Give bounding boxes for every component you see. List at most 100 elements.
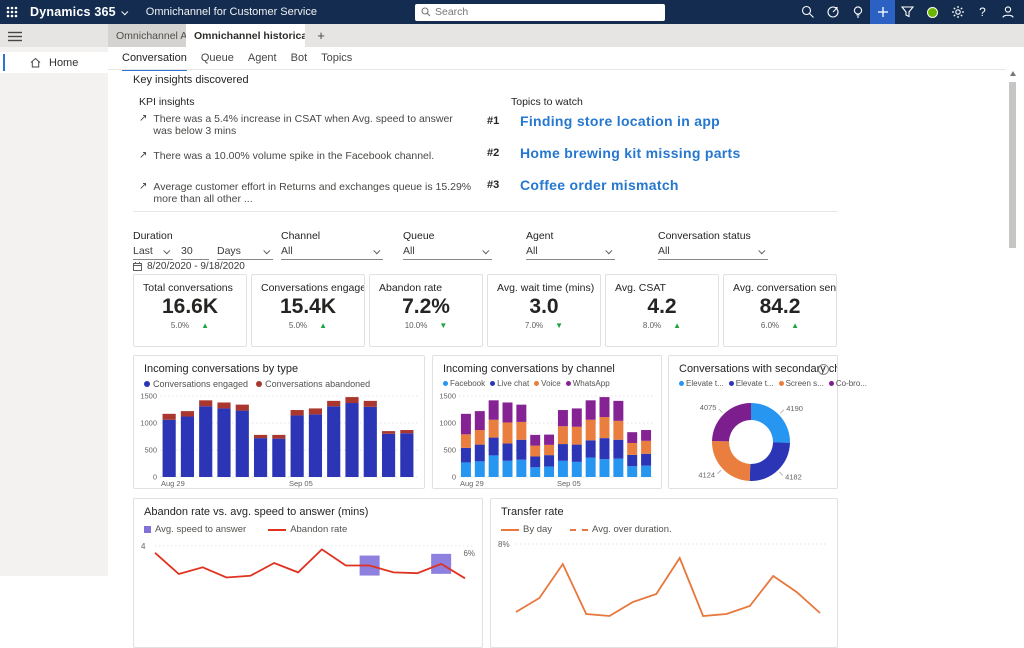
bar-segment[interactable] xyxy=(613,440,623,459)
kpi-insight-item[interactable]: ↗ There was a 10.00% volume spike in the… xyxy=(139,150,469,162)
bar-segment[interactable] xyxy=(530,435,540,446)
filter-icon[interactable] xyxy=(895,0,920,24)
bar-segment[interactable] xyxy=(544,435,554,445)
bar-segment[interactable] xyxy=(217,408,230,477)
sidebar-item-home[interactable]: Home xyxy=(0,52,108,73)
bar-segment[interactable] xyxy=(558,444,568,461)
account-icon[interactable] xyxy=(995,0,1020,24)
bar-segment[interactable] xyxy=(627,466,637,477)
bar-segment[interactable] xyxy=(461,434,471,448)
settings-gear-icon[interactable] xyxy=(945,0,970,24)
bar-segment[interactable] xyxy=(641,454,651,466)
donut-slice[interactable] xyxy=(712,403,751,441)
bar-segment[interactable] xyxy=(461,462,471,477)
bar-segment[interactable] xyxy=(272,435,285,439)
bar-segment[interactable] xyxy=(475,461,485,477)
bar-segment[interactable] xyxy=(600,397,610,417)
bar-segment[interactable] xyxy=(309,414,322,477)
bar-segment[interactable] xyxy=(600,417,610,438)
help-icon[interactable]: ? xyxy=(970,0,995,24)
bar-segment[interactable] xyxy=(586,420,596,441)
bar-segment[interactable] xyxy=(236,405,249,411)
kpi-card-abandon-rate[interactable]: Abandon rate 7.2% 10.0%▼ xyxy=(369,274,483,347)
bar-segment[interactable] xyxy=(516,460,526,477)
bar-segment[interactable] xyxy=(516,422,526,440)
bar-segment[interactable] xyxy=(400,430,413,433)
bar-segment[interactable] xyxy=(613,459,623,477)
compass-icon[interactable] xyxy=(820,0,845,24)
bar-segment[interactable] xyxy=(558,410,568,426)
stacked-bar-chart[interactable]: 150010005000Aug 29Sep 05 xyxy=(140,392,420,488)
waffle-menu-icon[interactable] xyxy=(0,0,24,24)
bar-segment[interactable] xyxy=(572,445,582,462)
bar-segment[interactable] xyxy=(516,405,526,422)
bar-segment[interactable] xyxy=(572,462,582,477)
bar-segment[interactable] xyxy=(558,461,568,477)
bar-segment[interactable] xyxy=(254,435,267,438)
bar-segment[interactable] xyxy=(309,408,322,414)
bar-segment[interactable] xyxy=(181,417,194,477)
bar-segment[interactable] xyxy=(199,406,212,477)
bar-segment[interactable] xyxy=(291,415,304,477)
new-tab-button[interactable]: + xyxy=(310,24,332,47)
queue-select[interactable]: All xyxy=(403,243,492,260)
bar-segment[interactable] xyxy=(236,411,249,477)
bar-segment[interactable] xyxy=(475,411,485,430)
bar-segment[interactable] xyxy=(345,403,358,477)
bar-segment[interactable] xyxy=(586,458,596,477)
bar-segment[interactable] xyxy=(217,402,230,408)
kpi-insight-item[interactable]: ↗ Average customer effort in Returns and… xyxy=(139,181,479,205)
bar-segment[interactable] xyxy=(291,410,304,415)
bar-segment[interactable] xyxy=(530,446,540,457)
bar-segment[interactable] xyxy=(254,438,267,477)
kpi-card-avg-sentiment[interactable]: Avg. conversation senti... 84.2 6.0%▲ xyxy=(723,274,837,347)
bar-segment[interactable] xyxy=(163,420,176,477)
bar-segment[interactable] xyxy=(461,448,471,463)
kpi-card-avg-wait-time[interactable]: Avg. wait time (mins) 3.0 7.0%▼ xyxy=(487,274,601,347)
channel-select[interactable]: All xyxy=(281,243,383,260)
bar-segment[interactable] xyxy=(503,461,513,477)
bar-segment[interactable] xyxy=(558,426,568,444)
tab-omnichannel-historical[interactable]: Omnichannel historical a... ✕ xyxy=(186,24,305,47)
bar-segment[interactable] xyxy=(530,467,540,477)
bar-segment[interactable] xyxy=(544,466,554,477)
line-series[interactable] xyxy=(516,558,820,616)
line-series[interactable] xyxy=(155,549,465,578)
kpi-insight-item[interactable]: ↗ There was a 5.4% increase in CSAT when… xyxy=(139,113,469,137)
bar-segment[interactable] xyxy=(503,402,513,422)
bar-segment[interactable] xyxy=(613,401,623,421)
topic-link[interactable]: Home brewing kit missing parts xyxy=(520,145,741,161)
bar-segment[interactable] xyxy=(345,397,358,403)
duration-unit-select[interactable]: Days xyxy=(217,243,273,260)
donut-slice[interactable] xyxy=(712,441,750,481)
bar-segment[interactable] xyxy=(600,438,610,459)
quick-create-plus-button[interactable] xyxy=(870,0,895,24)
bar-segment[interactable] xyxy=(489,400,499,419)
bar-segment[interactable] xyxy=(572,427,582,445)
bar-segment[interactable] xyxy=(586,440,596,457)
bar-segment[interactable] xyxy=(586,400,596,419)
bar-segment[interactable] xyxy=(544,445,554,455)
conversation-status-select[interactable]: All xyxy=(658,243,768,260)
bar-segment[interactable] xyxy=(364,401,377,407)
presence-status-icon[interactable] xyxy=(920,0,945,24)
bar-segment[interactable] xyxy=(627,443,637,455)
scroll-up-arrow-icon[interactable] xyxy=(1010,71,1016,76)
agent-select[interactable]: All xyxy=(526,243,615,260)
vertical-scrollbar[interactable] xyxy=(1008,68,1017,576)
bar-segment[interactable] xyxy=(272,439,285,477)
donut-slice[interactable] xyxy=(751,403,790,443)
bar-segment[interactable] xyxy=(627,432,637,443)
scrollbar-thumb[interactable] xyxy=(1009,82,1016,248)
bar-segment[interactable] xyxy=(489,420,499,438)
search-icon[interactable] xyxy=(795,0,820,24)
duration-mode-select[interactable]: Last xyxy=(133,243,173,260)
search-input[interactable] xyxy=(435,6,665,18)
stacked-bar-chart[interactable]: 150010005000Aug 29Sep 05 xyxy=(439,392,657,488)
bar-segment[interactable] xyxy=(503,422,513,443)
bar-segment[interactable] xyxy=(641,466,651,477)
brand-title[interactable]: Dynamics 365 xyxy=(30,5,116,19)
topic-link[interactable]: Coffee order mismatch xyxy=(520,177,679,193)
bar-segment[interactable] xyxy=(516,440,526,460)
kpi-card-conversations-engaged[interactable]: Conversations engaged 15.4K 5.0%▲ xyxy=(251,274,365,347)
